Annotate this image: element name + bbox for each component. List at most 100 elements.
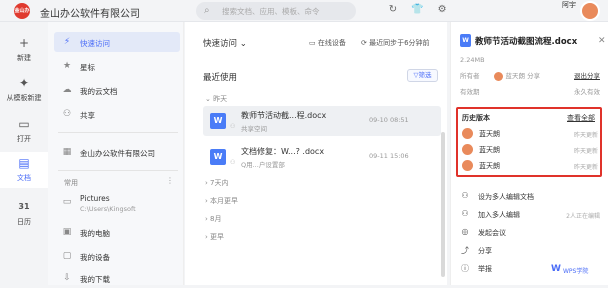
refresh-icon[interactable]: ↻: [385, 4, 401, 15]
share-button[interactable]: ⤴ 分享: [460, 244, 600, 258]
set-collab-button[interactable]: ⚇ 设为多人编辑文档: [460, 190, 600, 204]
valid-row: 有效期 永久有效: [460, 86, 600, 96]
history-time: 昨天更新: [573, 148, 598, 155]
divider: [58, 132, 178, 133]
action-label: 举报: [478, 265, 492, 273]
plus-icon: +: [18, 36, 30, 50]
sidebar-item-label: 金山办公软件有限公司: [80, 149, 155, 158]
editing-count: 2人正在编辑: [566, 213, 600, 220]
join-collab-button[interactable]: ⚇ 加入多人编辑 2人正在编辑: [460, 208, 600, 222]
nav-new[interactable]: + 新建: [0, 36, 48, 66]
history-row[interactable]: 蓝天朗 昨天更新: [462, 127, 598, 141]
avatar: [462, 144, 473, 155]
document-icon: ▤: [18, 156, 30, 170]
file-row[interactable]: W 文档修复：W...? .docx ⚇ Q用...户设置部 09-11 15:…: [203, 142, 441, 172]
shared-icon: ⚇: [230, 123, 236, 130]
sidebar-item-label: Pictures: [80, 194, 110, 203]
history-time: 昨天更新: [573, 164, 598, 171]
sidebar-item-cloud[interactable]: ☁ 我的云文档: [54, 80, 180, 100]
history-title: 历史版本: [462, 114, 490, 122]
sync-label: 最近同步于6分钟前: [369, 39, 430, 47]
word-doc-icon: W: [210, 149, 226, 165]
sidebar-item-quick-access[interactable]: ⚡ 快速访问: [54, 32, 180, 52]
company-logo-icon[interactable]: 金山办公: [14, 3, 30, 30]
gear-icon[interactable]: ⚙: [434, 4, 450, 15]
cloud-icon: ☁: [62, 85, 72, 95]
avatar: [493, 71, 503, 81]
nav-label: 文档: [17, 174, 31, 182]
nav-label: 从模板新建: [6, 94, 42, 102]
online-device-button[interactable]: ▭ 在线设备: [309, 38, 346, 48]
group-this-month[interactable]: › 本月更早: [205, 196, 238, 206]
divider: [58, 170, 178, 171]
sidebar-item-shared[interactable]: ⚇ 共享: [54, 104, 180, 124]
sidebar-item-company[interactable]: ▦ 金山办公软件有限公司: [54, 142, 180, 162]
online-device-label: 在线设备: [317, 39, 346, 47]
scrollbar[interactable]: [441, 132, 445, 277]
history-user: 蓝天朗: [479, 146, 500, 154]
sidebar-item-label: 我的设备: [80, 253, 110, 262]
title-bar: 金山办公 金山办公软件有限公司 ⌕ 搜索文档、应用、模板、命令 ↻ 👕 ⚙ 阿宇: [0, 0, 608, 30]
filter-button[interactable]: ▽筛选: [407, 69, 438, 82]
file-detail-panel: W 教师节活动截图流程.docx ✕ 2.24MB 所有者 蓝天朗 分享 退出分享…: [450, 22, 608, 285]
file-location: Q用...户设置部: [241, 161, 285, 169]
sidebar-item-pictures[interactable]: ▭ Pictures C:\Users\Kingsoft: [54, 192, 180, 216]
building-icon: ▦: [62, 147, 72, 157]
sync-status[interactable]: ⟳ 最近同步于6分钟前: [361, 38, 430, 48]
history-user: 蓝天朗: [479, 130, 500, 138]
owner-label: 所有者: [460, 72, 480, 80]
exit-share-link[interactable]: 退出分享: [574, 70, 600, 80]
search-input[interactable]: ⌕ 搜索文档、应用、模板、命令: [196, 2, 356, 20]
word-doc-icon: W: [460, 34, 471, 47]
main-content: 快速访问 ⌄ ▭ 在线设备 ⟳ 最近同步于6分钟前 最近使用 ▽筛选 ⌄ 昨天 …: [185, 22, 447, 285]
group-august[interactable]: › 8月: [205, 214, 221, 224]
group-older[interactable]: › 更早: [205, 232, 224, 242]
sidebar-item-label: 我的云文档: [80, 87, 118, 96]
history-row[interactable]: 蓝天朗 昨天更新: [462, 143, 598, 157]
file-date: 09-11 15:06: [369, 152, 409, 160]
view-all-link[interactable]: 查看全部: [567, 113, 595, 123]
shirt-icon[interactable]: 👕: [410, 4, 426, 15]
file-row[interactable]: W 教师节活动截...程.docx ⚇ 共享空间 09-10 08:51: [203, 106, 441, 136]
history-row[interactable]: 蓝天朗 昨天更新: [462, 159, 598, 173]
download-icon: ⇩: [63, 273, 71, 283]
file-location: 共享空间: [241, 125, 267, 133]
nav-calendar[interactable]: 31 日历: [0, 200, 48, 230]
breadcrumb[interactable]: 快速访问 ⌄: [203, 37, 247, 49]
avatar[interactable]: [580, 1, 600, 21]
people-icon: ⚇: [461, 191, 469, 200]
more-icon[interactable]: ⋮: [166, 176, 174, 185]
company-name: 金山办公软件有限公司: [40, 9, 140, 20]
valid-label: 有效期: [460, 88, 480, 96]
start-meeting-button[interactable]: ◎ 发起会议: [460, 226, 600, 240]
nav-documents[interactable]: ▤ 文档: [0, 152, 48, 188]
calendar-icon: 31: [18, 202, 30, 211]
share-icon: ⚇: [62, 109, 72, 119]
wps-logo-icon: W: [551, 264, 561, 274]
report-icon: ⓘ: [461, 264, 469, 273]
left-nav: + 新建 ✦ 从模板新建 ▭ 打开 ▤ 文档 31 日历: [0, 22, 48, 285]
sidebar-item-starred[interactable]: ★ 星标: [54, 56, 180, 76]
nav-template[interactable]: ✦ 从模板新建: [0, 76, 48, 106]
sidebar-item-my-computer[interactable]: ▣ 我的电脑: [54, 222, 180, 242]
sidebar-item-my-devices[interactable]: ▢ 我的设备: [54, 246, 180, 266]
group-7days[interactable]: › 7天内: [205, 178, 228, 188]
group-yesterday[interactable]: ⌄ 昨天: [205, 94, 227, 104]
top-icons: ↻ 👕 ⚙: [385, 4, 456, 15]
sidebar-item-label: 共享: [80, 111, 95, 120]
meeting-icon: ◎: [461, 227, 469, 236]
close-icon[interactable]: ✕: [598, 36, 606, 46]
folder-icon: ▭: [62, 197, 72, 207]
device-icon: ▭: [309, 39, 318, 47]
word-doc-icon: W: [210, 113, 226, 129]
history-versions: 历史版本 查看全部 蓝天朗 昨天更新 蓝天朗 昨天更新 蓝天朗 昨天更新: [456, 107, 602, 177]
history-time: 昨天更新: [573, 132, 598, 139]
sidebar-item-path: C:\Users\Kingsoft: [80, 205, 136, 213]
nav-open[interactable]: ▭ 打开: [0, 117, 48, 147]
action-label: 加入多人编辑: [478, 211, 520, 219]
sidebar-item-label: 星标: [80, 63, 95, 72]
owner-name: 蓝天朗 分享: [505, 72, 541, 80]
share-icon: ⤴: [461, 246, 469, 255]
sidebar-item-downloads[interactable]: ⇩ 我的下载: [54, 268, 180, 288]
history-user: 蓝天朗: [479, 162, 500, 170]
